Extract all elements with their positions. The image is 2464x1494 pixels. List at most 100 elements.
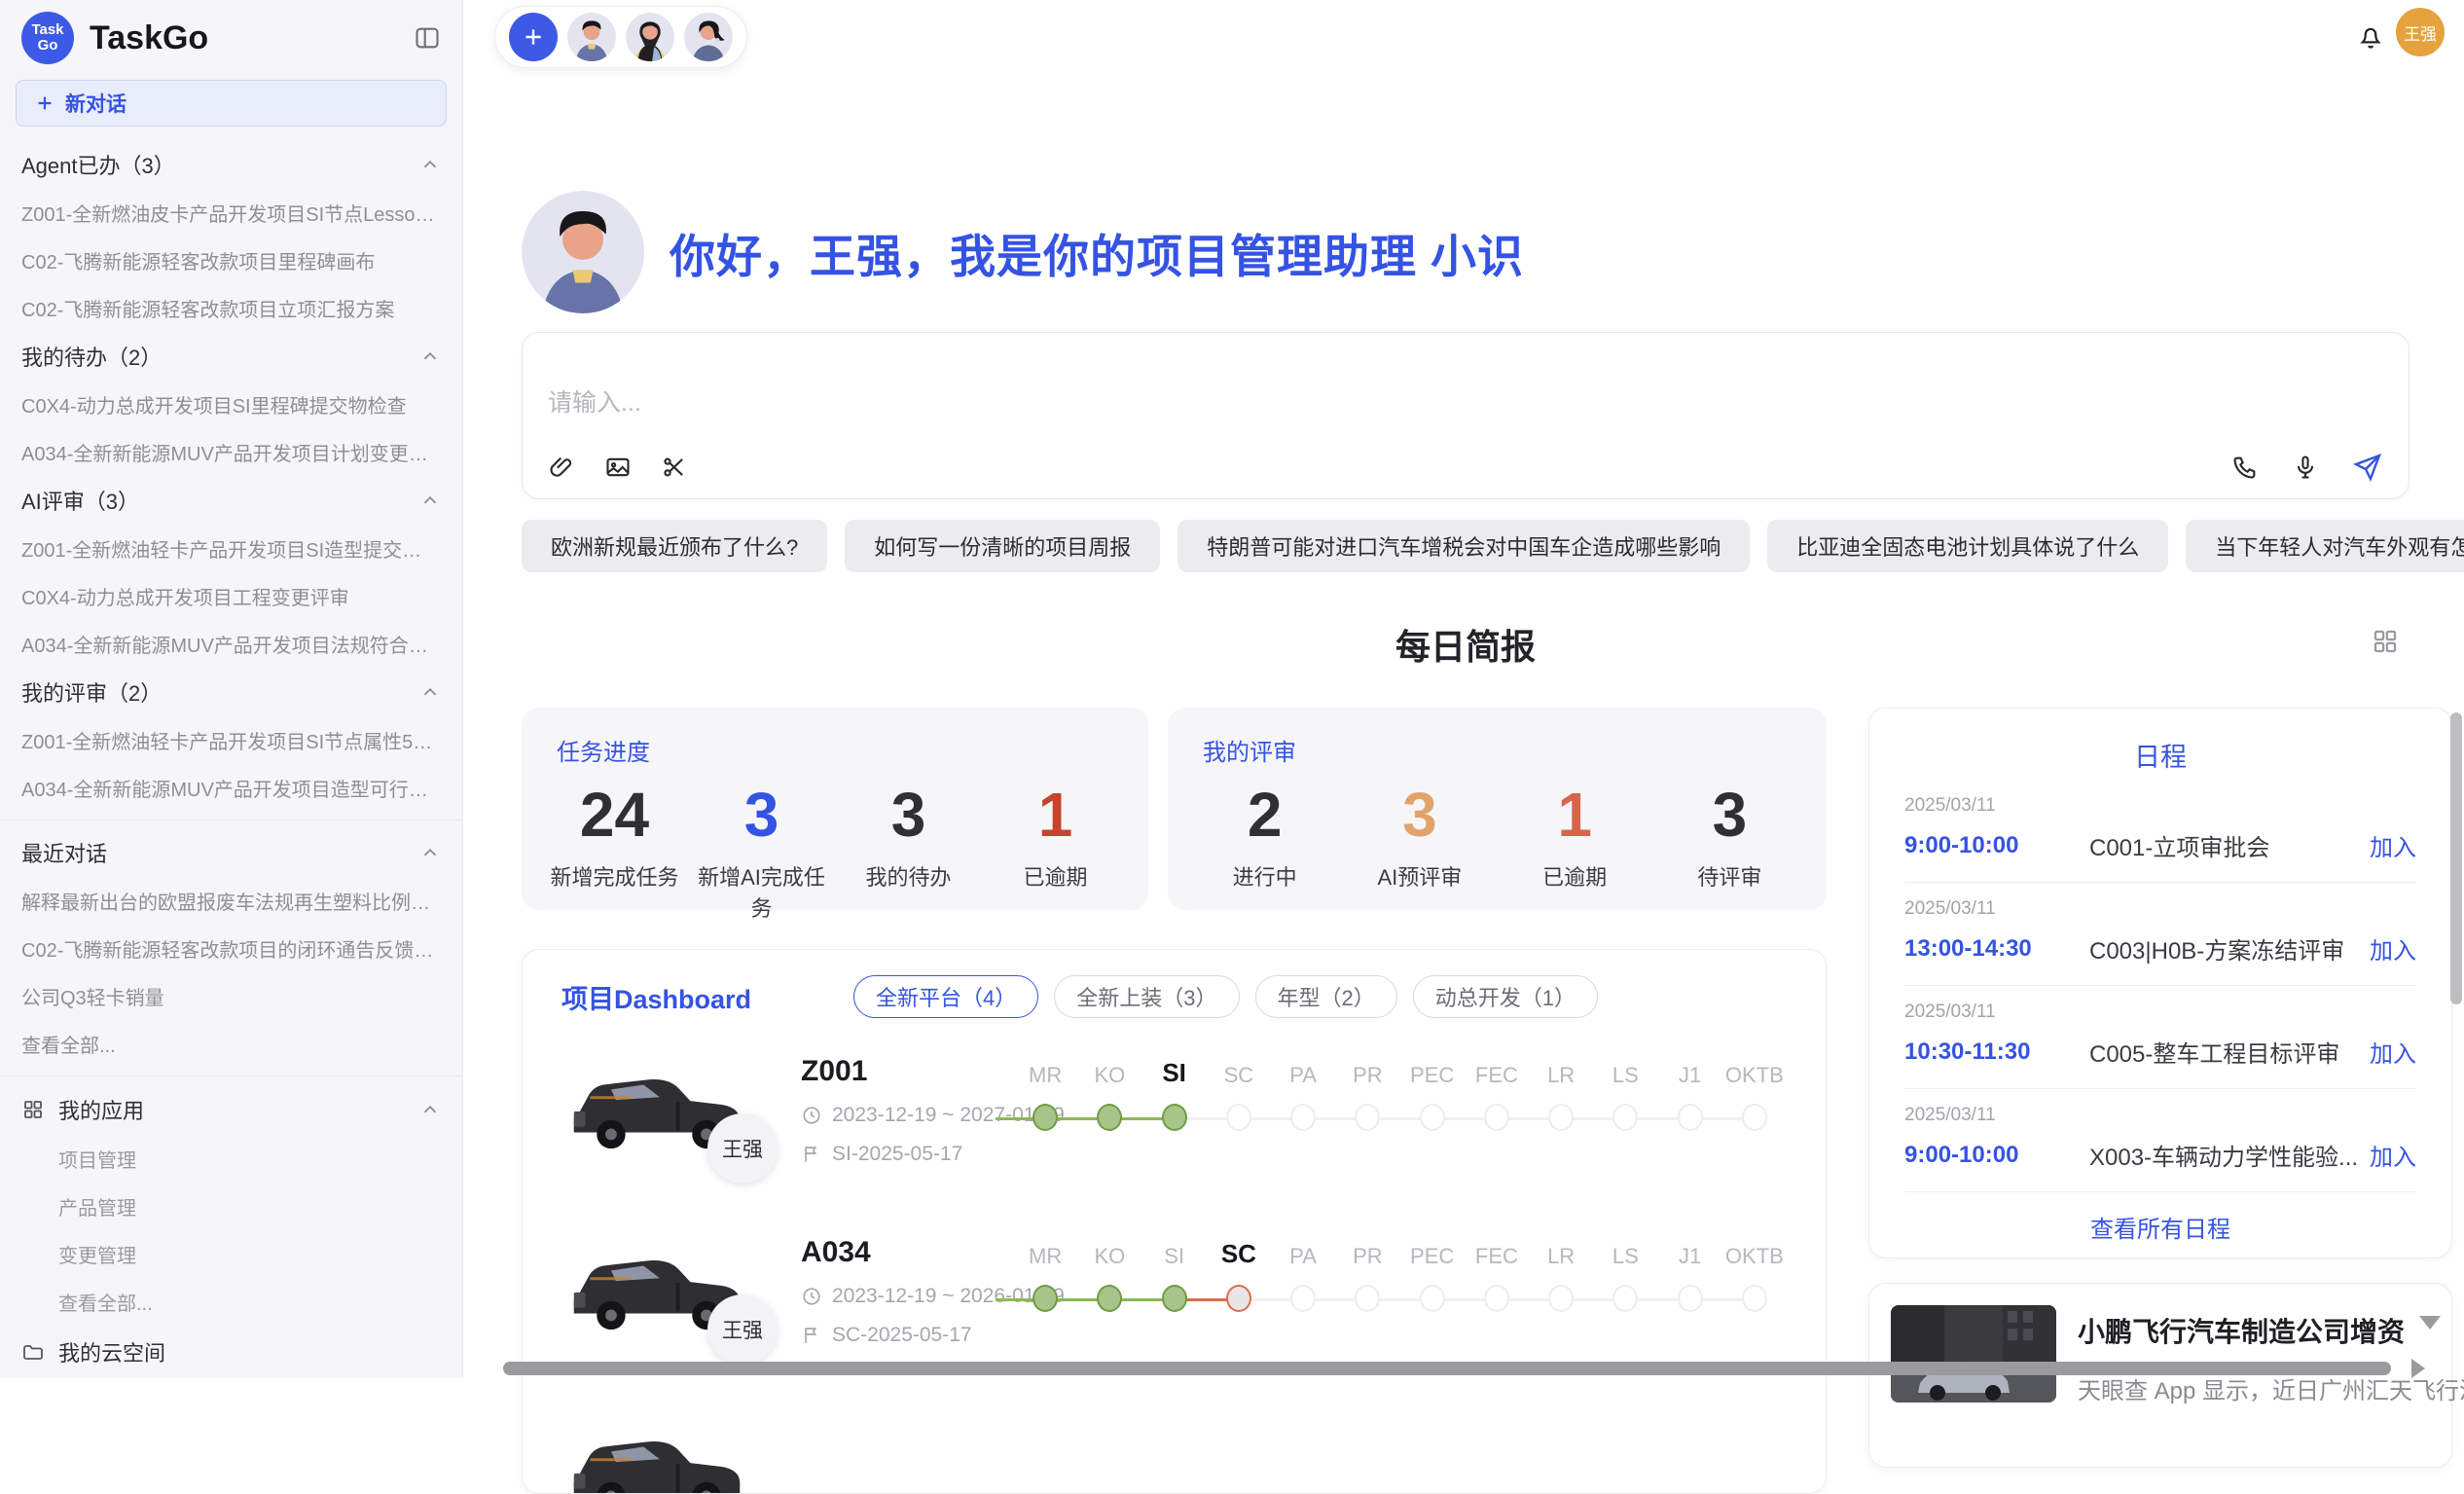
tab-new-body[interactable]: 全新上装（3） <box>1054 975 1239 1018</box>
milestone-label: KO <box>1094 1234 1125 1269</box>
schedule-date: 2025/03/11 <box>1904 1105 2416 1126</box>
schedule-item: 2025/03/11 10:30-11:30 C005-整车工程目标评审 加入 <box>1904 986 2416 1089</box>
scroll-right-arrow[interactable] <box>2411 1359 2425 1378</box>
milestone-pec: PEC <box>1400 1234 1465 1351</box>
schedule-name: X003-车辆动力学性能验... <box>2089 1138 2370 1172</box>
stat-in-progress: 2 进行中 <box>1187 777 1342 892</box>
sidebar-task-item[interactable]: C02-飞腾新能源轻客改款项目里程碑画布 <box>16 237 447 284</box>
apps-view-all[interactable]: 查看全部... <box>16 1278 447 1326</box>
sidebar-task-item[interactable]: Z001-全新燃油皮卡产品开发项目SI节点Lesson Learn报告 <box>16 189 447 237</box>
sidebar-header: Task Go TaskGo <box>16 0 447 76</box>
suggestion-chip[interactable]: 比亚迪全固态电池计划具体说了什么 <box>1767 520 2168 572</box>
app-item-product-mgmt[interactable]: 产品管理 <box>16 1183 447 1230</box>
app-logo: Task Go <box>21 12 74 64</box>
send-icon[interactable] <box>2352 452 2383 483</box>
sidebar-item-cloud-space[interactable]: 我的云空间 <box>16 1326 447 1378</box>
stat-pending-review: 3 待评审 <box>1652 777 1807 892</box>
suggestion-chip[interactable]: 欧洲新规最近颁布了什么? <box>522 520 827 572</box>
vertical-scrollbar[interactable] <box>2450 712 2462 1004</box>
cloud-space-label: 我的云空间 <box>58 1336 165 1367</box>
milestone-dot <box>1548 1285 1574 1312</box>
app-title: TaskGo <box>90 19 414 57</box>
sidebar-task-item[interactable]: C0X4-动力总成开发项目工程变更评审 <box>16 572 447 620</box>
suggestion-chip[interactable]: 当下年轻人对汽车外观有怎样的喜好趋势 <box>2186 520 2464 572</box>
sidebar-task-item[interactable]: Z001-全新燃油轻卡产品开发项目SI节点属性5D文件评审 <box>16 716 447 764</box>
project-row-a034[interactable]: 王强 A034 2023-12-19 ~ 2026-01-19 SC-2025-… <box>562 1234 1787 1380</box>
sidebar-task-item[interactable]: A034-全新新能源MUV产品开发项目造型可行性评审 <box>16 764 447 812</box>
scroll-down-arrow[interactable] <box>2419 1316 2441 1330</box>
sidebar-collapse-icon[interactable] <box>414 24 441 52</box>
section-title: AI评审（3） <box>21 485 139 516</box>
horizontal-scrollbar[interactable] <box>503 1362 2391 1375</box>
chevron-up-icon <box>419 154 441 175</box>
milestone-label: SI <box>1162 1053 1186 1088</box>
project-owner-badge: 王强 <box>707 1294 778 1365</box>
join-link[interactable]: 加入 <box>2370 828 2416 862</box>
stat-ai-prereview: 3 AI预评审 <box>1342 777 1497 892</box>
mic-icon[interactable] <box>2292 454 2319 481</box>
image-icon[interactable] <box>604 454 632 481</box>
milestone-mr: MR <box>1013 1234 1077 1351</box>
milestone-label: J1 <box>1679 1234 1701 1269</box>
recent-chat-item[interactable]: 公司Q3轻卡销量 <box>16 972 447 1020</box>
tab-year-model[interactable]: 年型（2） <box>1255 975 1397 1018</box>
milestone-label: LR <box>1547 1234 1575 1269</box>
sidebar-task-item[interactable]: A034-全新新能源MUV产品开发项目计划变更类编写 <box>16 428 447 476</box>
tab-powertrain-dev[interactable]: 动总开发（1） <box>1413 975 1598 1018</box>
clock-icon <box>801 1286 822 1307</box>
phone-icon[interactable] <box>2231 454 2259 481</box>
recent-chat-item[interactable]: C02-飞腾新能源轻客改款项目的闭环通告反馈情况 <box>16 925 447 972</box>
apps-grid-icon <box>21 1098 45 1121</box>
sidebar-item-my-apps[interactable]: 我的应用 <box>16 1084 447 1135</box>
join-link[interactable]: 加入 <box>2370 1035 2416 1069</box>
chat-input-box[interactable]: 请输入... <box>522 332 2410 499</box>
chevron-up-icon <box>419 346 441 367</box>
schedule-panel: 日程 2025/03/11 9:00-10:00 C001-立项审批会 加入 2… <box>1868 708 2452 1258</box>
app-item-project-mgmt[interactable]: 项目管理 <box>16 1135 447 1183</box>
milestone-dot <box>1678 1285 1703 1312</box>
section-header-my-todo[interactable]: 我的待办（2） <box>16 332 447 381</box>
recent-view-all[interactable]: 查看全部... <box>16 1020 447 1068</box>
milestone-dot <box>1162 1104 1187 1131</box>
new-chat-button[interactable]: 新对话 <box>16 80 447 127</box>
schedule-item: 2025/03/11 13:00-14:30 C003|H0B-方案冻结评审 加… <box>1904 883 2416 986</box>
sidebar-task-item[interactable]: Z001-全新燃油轻卡产品开发项目SI造型提交物评审 <box>16 525 447 572</box>
sidebar-task-item[interactable]: A034-全新新能源MUV产品开发项目法规符合性评审 <box>16 620 447 668</box>
milestone-label: PEC <box>1410 1234 1454 1269</box>
schedule-time: 13:00-14:30 <box>1904 935 2089 963</box>
sidebar-task-item[interactable]: C0X4-动力总成开发项目SI里程碑提交物检查 <box>16 381 447 428</box>
project-row-z001[interactable]: 王强 Z001 2023-12-19 ~ 2027-01-19 SI-2025-… <box>562 1053 1787 1199</box>
scissors-icon[interactable] <box>661 454 688 481</box>
app-item-change-mgmt[interactable]: 变更管理 <box>16 1230 447 1278</box>
cloud-folder-icon <box>21 1340 45 1364</box>
milestone-label: PA <box>1289 1053 1317 1088</box>
section-header-agent-done[interactable]: Agent已办（3） <box>16 140 447 189</box>
recent-chat-item[interactable]: 解释最新出台的欧盟报废车法规再生塑料比例被调至15%... <box>16 877 447 925</box>
schedule-name: C001-立项审批会 <box>2089 828 2370 862</box>
milestone-label: LS <box>1612 1053 1639 1088</box>
join-link[interactable]: 加入 <box>2370 931 2416 966</box>
assistant-avatar <box>522 191 644 313</box>
divider <box>0 1075 462 1076</box>
tab-all-new-platform[interactable]: 全新平台（4） <box>853 975 1038 1018</box>
project-row-partial[interactable] <box>562 1415 1787 1494</box>
stat-new-ai-done: 3 新增AI完成任务 <box>688 777 835 923</box>
section-header-ai-review[interactable]: AI评审（3） <box>16 476 447 525</box>
suggestion-chip[interactable]: 如何写一份清晰的项目周报 <box>845 520 1160 572</box>
chevron-up-icon <box>419 490 441 511</box>
main-area: 你好，王强，我是你的项目管理助理 小识 请输入... <box>463 0 2464 1378</box>
attach-icon[interactable] <box>548 454 575 481</box>
news-card[interactable]: 小鹏飞行汽车制造公司增资 天眼查 App 显示，近日广州汇天飞行汽... <box>1868 1283 2452 1468</box>
view-all-schedule-link[interactable]: 查看所有日程 <box>1904 1210 2416 1244</box>
section-header-recent-chats[interactable]: 最近对话 <box>16 828 447 877</box>
milestone-fec: FEC <box>1465 1053 1529 1170</box>
sidebar-task-item[interactable]: C02-飞腾新能源轻客改款项目立项汇报方案 <box>16 284 447 332</box>
schedule-time: 9:00-10:00 <box>1904 832 2089 859</box>
milestone-lr: LR <box>1529 1053 1593 1170</box>
layout-grid-icon[interactable] <box>2371 627 2400 656</box>
suggestion-chip[interactable]: 特朗普可能对进口汽车增税会对中国车企造成哪些影响 <box>1178 520 1750 572</box>
milestone-label: OKTB <box>1725 1234 1784 1269</box>
join-link[interactable]: 加入 <box>2370 1138 2416 1172</box>
section-header-my-review[interactable]: 我的评审（2） <box>16 668 447 716</box>
milestone-label: PR <box>1353 1053 1383 1088</box>
